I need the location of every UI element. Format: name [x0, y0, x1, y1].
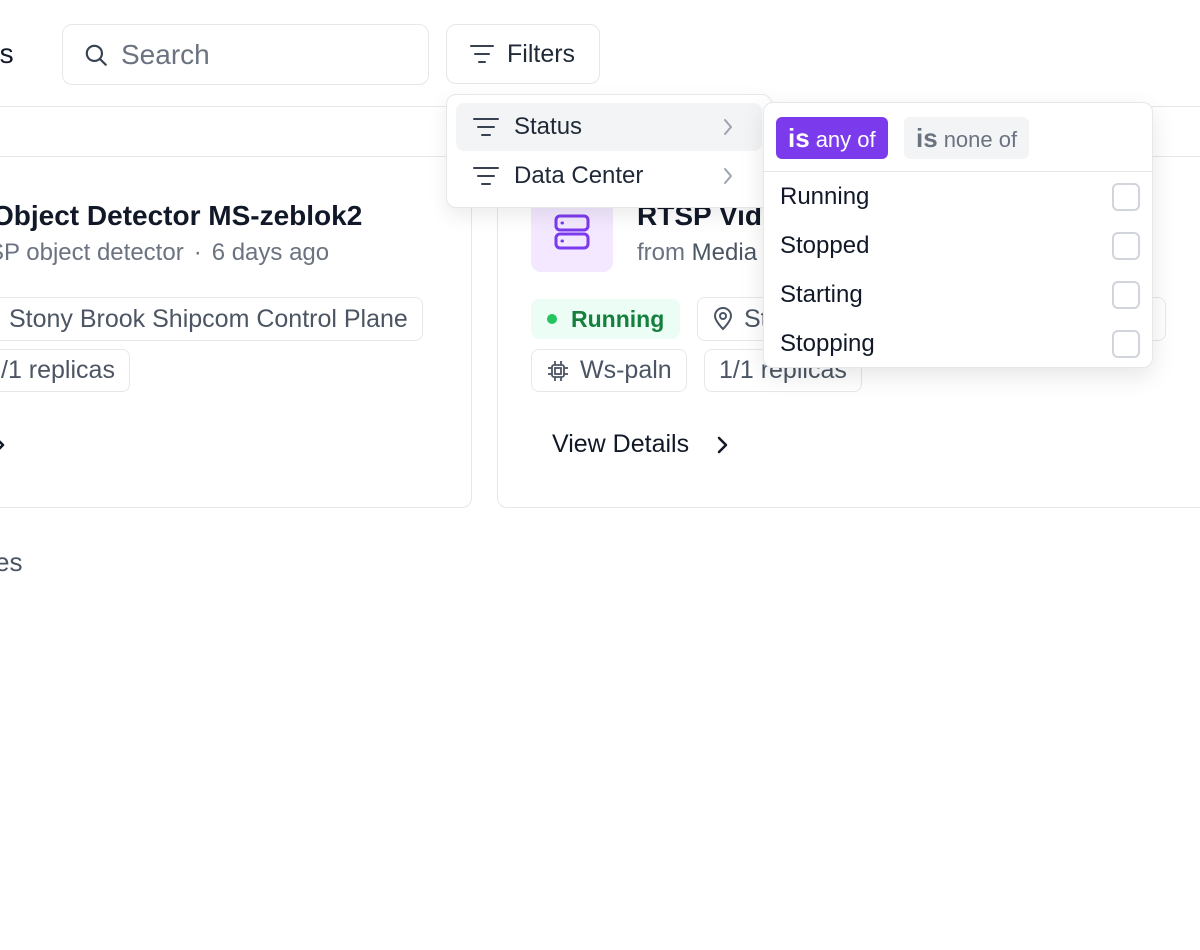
checkbox[interactable] [1112, 330, 1140, 358]
filter-menu-item-data-center[interactable]: Data Center [456, 152, 762, 200]
search-icon [85, 44, 107, 66]
replicas-tag: /1 replicas [0, 349, 130, 392]
status-option-stopped[interactable]: Stopped [780, 226, 1140, 266]
status-option-label: Stopping [780, 330, 875, 357]
card-age: 6 days ago [211, 239, 330, 266]
operator-label: none of [943, 127, 1018, 152]
node-label: Ws-paln [580, 356, 672, 384]
filters-button[interactable]: Filters [446, 24, 600, 84]
operator-prefix: is [788, 123, 810, 153]
section-heading: ces [0, 547, 23, 577]
filter-menu-item-label: Data Center [514, 162, 644, 189]
card-title: Object Detector MS-zeblok2 [0, 200, 363, 231]
status-submenu: is any of is none of Running Stopped Sta… [763, 102, 1153, 368]
divider [764, 171, 1152, 172]
chevron-right-icon [717, 436, 728, 453]
status-option-label: Starting [780, 281, 863, 308]
map-pin-icon [713, 307, 733, 331]
operator-is-none-of[interactable]: is none of [904, 117, 1030, 159]
chevron-right-icon [724, 168, 732, 184]
search-input[interactable] [121, 38, 381, 71]
cpu-chip-icon [548, 360, 568, 381]
chevron-right-icon [0, 440, 5, 450]
view-details-label: View Details [552, 430, 690, 458]
view-details-link[interactable] [0, 432, 8, 463]
operator-prefix: is [916, 123, 938, 153]
chevron-right-icon [724, 119, 732, 135]
checkbox[interactable] [1112, 232, 1140, 260]
status-label: Running [571, 305, 665, 332]
data-center-tag: Stony Brook Shipcom Control Plane [0, 297, 423, 341]
node-tag: Ws-paln [531, 349, 687, 392]
filter-menu: Status Data Center [446, 94, 772, 208]
filter-menu-item-status[interactable]: Status [456, 103, 762, 151]
filters-label: Filters [507, 39, 576, 68]
status-option-starting[interactable]: Starting [780, 275, 1140, 315]
card-description: SP object detector [0, 239, 184, 266]
search-box[interactable] [62, 24, 429, 85]
filter-menu-item-label: Status [514, 113, 583, 140]
separator-dot: · [193, 239, 202, 266]
operator-label: any of [815, 127, 876, 152]
filter-lines-icon [473, 167, 499, 185]
page-title: ces [0, 38, 14, 69]
status-badge: Running [531, 299, 681, 339]
card-subtitle-source: Media [691, 239, 758, 266]
status-option-stopping[interactable]: Stopping [780, 324, 1140, 364]
filter-lines-icon [470, 45, 494, 63]
status-option-running[interactable]: Running [780, 177, 1140, 217]
view-details-link[interactable]: View Details [552, 430, 731, 459]
checkbox[interactable] [1112, 183, 1140, 211]
filter-lines-icon [473, 118, 499, 136]
status-option-label: Stopped [780, 232, 870, 259]
checkbox[interactable] [1112, 281, 1140, 309]
status-option-label: Running [780, 183, 870, 210]
operator-is-any-of[interactable]: is any of [776, 117, 888, 159]
card-subtitle-prefix: from [637, 239, 685, 266]
card-subtitle: SP object detector · 6 days ago [0, 239, 329, 267]
card-subtitle: from Media [637, 239, 757, 267]
status-dot [547, 314, 557, 324]
